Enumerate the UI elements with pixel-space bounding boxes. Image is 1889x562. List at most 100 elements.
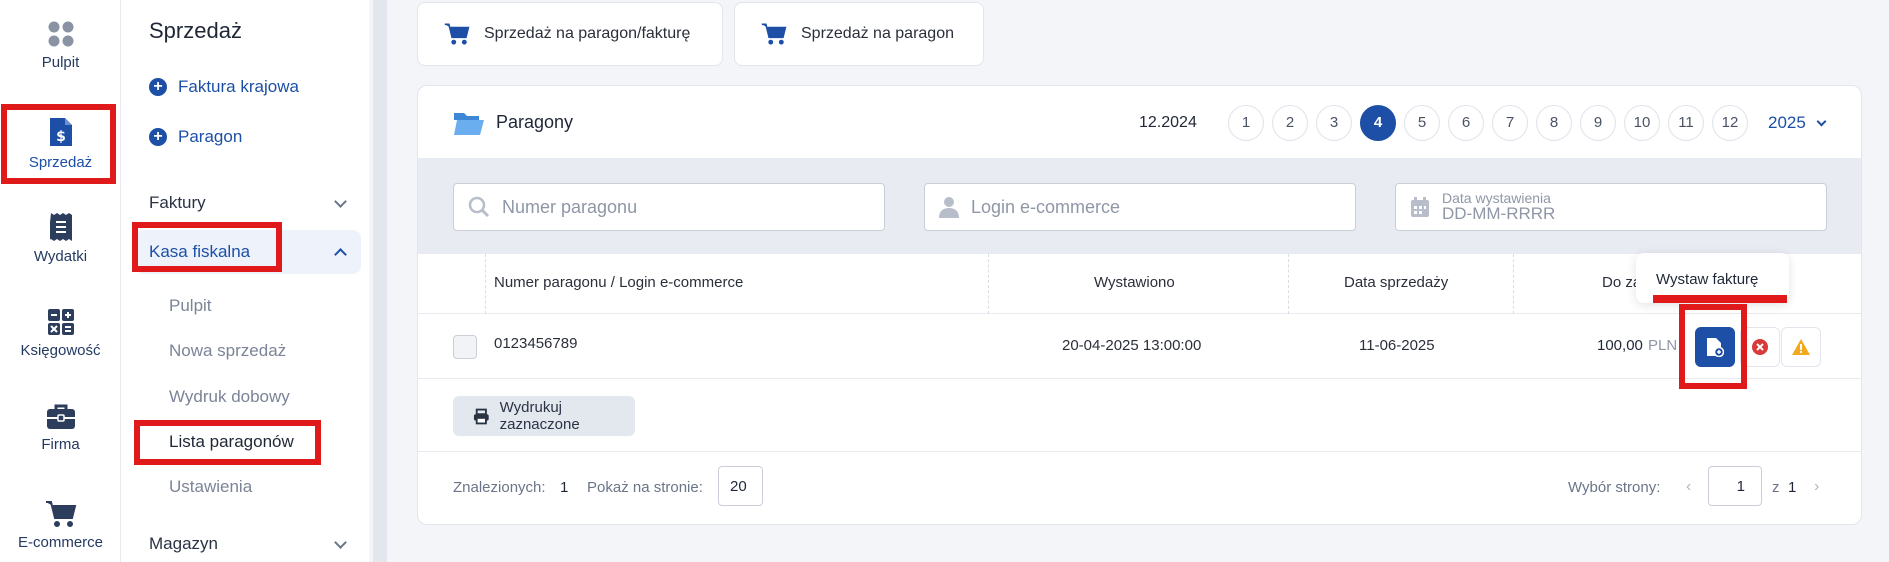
- search-icon: [468, 196, 490, 218]
- month-10[interactable]: 10: [1624, 105, 1660, 141]
- table-row[interactable]: 0123456789 20-04-2025 13:00:00 11-06-202…: [418, 315, 1861, 379]
- login-ecommerce-input[interactable]: Login e-commerce: [924, 183, 1356, 231]
- user-icon: [939, 197, 959, 218]
- per-page-select[interactable]: 20: [718, 466, 763, 506]
- highlight-box: [134, 420, 321, 465]
- amount-value: 100,00: [1597, 337, 1643, 354]
- rail-item-wydatki[interactable]: Wydatki: [0, 212, 121, 265]
- warning-icon: [1792, 339, 1810, 355]
- dashboard-icon: [48, 21, 73, 47]
- chevron-down-icon: [334, 194, 347, 208]
- report-issue-button[interactable]: [1781, 327, 1821, 367]
- group-label: Magazyn: [149, 534, 218, 553]
- found-label: Znalezionych:: [453, 479, 546, 496]
- group-label: Faktury: [149, 193, 206, 212]
- print-label: Wydrukuj zaznaczone: [499, 399, 580, 433]
- filter-bar: Numer paragonu Login e-commerce Data wys…: [418, 158, 1861, 254]
- quick-label: Paragon: [178, 127, 243, 146]
- receipt-number-input[interactable]: Numer paragonu: [453, 183, 885, 231]
- month-12[interactable]: 12: [1712, 105, 1748, 141]
- sale-receipt-button[interactable]: Sprzedaż na paragon: [734, 2, 984, 66]
- cart-icon: [761, 23, 787, 45]
- column-divider: [1513, 254, 1514, 314]
- year-select[interactable]: 2025: [1768, 113, 1827, 133]
- chevron-right-icon[interactable]: ›: [1814, 478, 1819, 496]
- month-3[interactable]: 3: [1316, 105, 1352, 141]
- panel-title: Paragony: [496, 112, 574, 132]
- month-9[interactable]: 9: [1580, 105, 1616, 141]
- month-1[interactable]: 1: [1228, 105, 1264, 141]
- calendar-icon: [1411, 197, 1429, 217]
- sidebar-scrollbar[interactable]: [373, 0, 387, 562]
- highlight-underline: [1653, 295, 1787, 303]
- month-4[interactable]: 4: [1360, 105, 1396, 141]
- cart-icon: [45, 501, 76, 527]
- month-8[interactable]: 8: [1536, 105, 1572, 141]
- column-issued[interactable]: Wystawiono: [1094, 274, 1175, 291]
- sidebar-item-pulpit[interactable]: Pulpit: [169, 296, 212, 316]
- month-2[interactable]: 2: [1272, 105, 1308, 141]
- plus-icon: +: [149, 128, 167, 146]
- column-divider: [1288, 254, 1289, 314]
- rail-label: Księgowość: [20, 342, 101, 359]
- column-number[interactable]: Numer paragonu / Login e-commerce: [494, 274, 743, 291]
- plus-icon: +: [149, 78, 167, 96]
- rail-label: Wydatki: [33, 248, 88, 265]
- button-label: Sprzedaż na paragon/fakturę: [484, 25, 691, 42]
- folder-open-icon: [454, 113, 484, 135]
- login-placeholder: Login e-commerce: [971, 196, 1121, 217]
- print-selected-button[interactable]: Wydrukuj zaznaczone: [453, 396, 635, 436]
- rail-item-pulpit[interactable]: Pulpit: [0, 20, 121, 71]
- sale-date: 11-06-2025: [1359, 337, 1435, 354]
- quick-add-invoice[interactable]: + Faktura krajowa: [149, 77, 299, 97]
- date-placeholder: DD-MM-RRRR: [1442, 204, 1556, 224]
- highlight-box: [1, 104, 116, 184]
- highlight-box: [1679, 304, 1747, 389]
- receipt-icon: [49, 213, 72, 241]
- column-divider: [485, 254, 486, 314]
- button-label: Sprzedaż na paragon: [801, 25, 954, 42]
- per-page-label: Pokaż na stronie:: [587, 479, 703, 496]
- chevron-down-icon: [334, 535, 347, 549]
- quick-add-receipt[interactable]: + Paragon: [149, 127, 242, 147]
- row-checkbox[interactable]: [453, 335, 477, 359]
- sidebar-item-ustawienia[interactable]: Ustawienia: [169, 477, 252, 497]
- period-label: 12.2024: [1139, 114, 1197, 131]
- issued-datetime: 20-04-2025 13:00:00: [1062, 337, 1202, 354]
- sale-receipt-invoice-button[interactable]: Sprzedaż na paragon/fakturę: [417, 2, 723, 66]
- found-count: 1: [560, 479, 569, 496]
- rail-label: Pulpit: [41, 54, 80, 71]
- rail-item-ksiegowosc[interactable]: Księgowość: [0, 308, 121, 359]
- issue-date-input[interactable]: Data wystawienia DD-MM-RRRR: [1395, 183, 1827, 231]
- page-number-input[interactable]: 1: [1708, 466, 1762, 506]
- sidebar-item-nowa-sprzedaz[interactable]: Nowa sprzedaż: [169, 341, 286, 361]
- close-circle-icon: [1752, 339, 1768, 355]
- briefcase-icon: [46, 404, 75, 429]
- date-field-label: Data wystawienia: [1442, 189, 1551, 206]
- group-magazyn[interactable]: Magazyn: [135, 522, 361, 562]
- of-label: z: [1772, 479, 1780, 496]
- chevron-left-icon[interactable]: ‹: [1686, 478, 1691, 496]
- rail-item-firma[interactable]: Firma: [0, 404, 121, 453]
- quick-label: Faktura krajowa: [178, 77, 299, 96]
- column-divider: [988, 254, 989, 314]
- receipt-number-placeholder: Numer paragonu: [502, 196, 638, 217]
- panel-header: Paragony 12.2024 1 2 3 4 5 6 7 8 9 10 11…: [418, 86, 1861, 158]
- sub-navigation: Sprzedaż + Faktura krajowa + Paragon Fak…: [121, 0, 369, 562]
- month-7[interactable]: 7: [1492, 105, 1528, 141]
- year-value: 2025: [1768, 113, 1806, 132]
- group-faktury[interactable]: Faktury: [135, 181, 361, 225]
- month-5[interactable]: 5: [1404, 105, 1440, 141]
- column-sale-date[interactable]: Data sprzedaży: [1344, 274, 1448, 291]
- sidebar-item-wydruk-dobowy[interactable]: Wydruk dobowy: [169, 387, 290, 407]
- table-footer: Znalezionych: 1 Pokaż na stronie: 20 Wyb…: [418, 451, 1861, 524]
- rail-item-ecommerce[interactable]: E-commerce: [0, 500, 121, 551]
- chevron-down-icon: [1816, 116, 1827, 126]
- calculator-icon: [47, 309, 74, 335]
- receipt-number: 0123456789: [494, 335, 578, 352]
- rail-label: Firma: [41, 436, 80, 453]
- subnav-title: Sprzedaż: [149, 18, 242, 43]
- month-6[interactable]: 6: [1448, 105, 1484, 141]
- printer-icon: [473, 408, 489, 424]
- month-11[interactable]: 11: [1668, 105, 1704, 141]
